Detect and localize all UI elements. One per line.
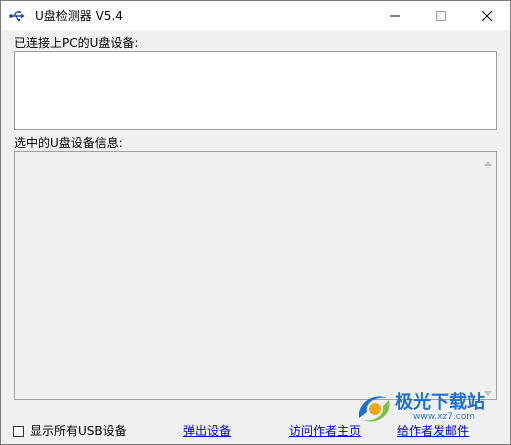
eject-device-link[interactable]: 弹出设备 xyxy=(183,424,231,438)
watermark-brand: 极光下载站 xyxy=(395,392,485,413)
usb-icon xyxy=(9,8,25,22)
watermark-url: www.xz7.com xyxy=(413,412,475,422)
connected-devices-list[interactable] xyxy=(14,51,497,130)
chevron-up-icon xyxy=(483,151,492,170)
scroll-up-button[interactable] xyxy=(479,152,496,169)
show-all-usb-label[interactable]: 显示所有USB设备 xyxy=(30,424,127,438)
close-icon xyxy=(481,6,493,25)
device-info-textarea[interactable] xyxy=(14,151,497,400)
minimize-button[interactable] xyxy=(372,1,418,30)
close-button[interactable] xyxy=(464,1,510,30)
maximize-icon xyxy=(436,6,446,25)
selected-info-label: 选中的U盘设备信息: xyxy=(14,136,123,150)
minimize-icon xyxy=(390,6,400,25)
title-bar[interactable]: U盘检测器 V5.4 xyxy=(1,1,510,30)
watermark-swirl-icon xyxy=(358,396,390,422)
maximize-button[interactable] xyxy=(418,1,464,30)
window-title: U盘检测器 V5.4 xyxy=(35,9,123,23)
vertical-scrollbar[interactable] xyxy=(479,152,496,399)
show-all-usb-checkbox[interactable] xyxy=(13,426,24,437)
app-window: U盘检测器 V5.4 已连接上PC的U盘设备: 选中的U盘设备信息: 显示所有U… xyxy=(0,0,511,445)
connected-devices-label: 已连接上PC的U盘设备: xyxy=(14,36,139,50)
watermark-logo: 极光下载站 www.xz7.com xyxy=(351,386,509,434)
